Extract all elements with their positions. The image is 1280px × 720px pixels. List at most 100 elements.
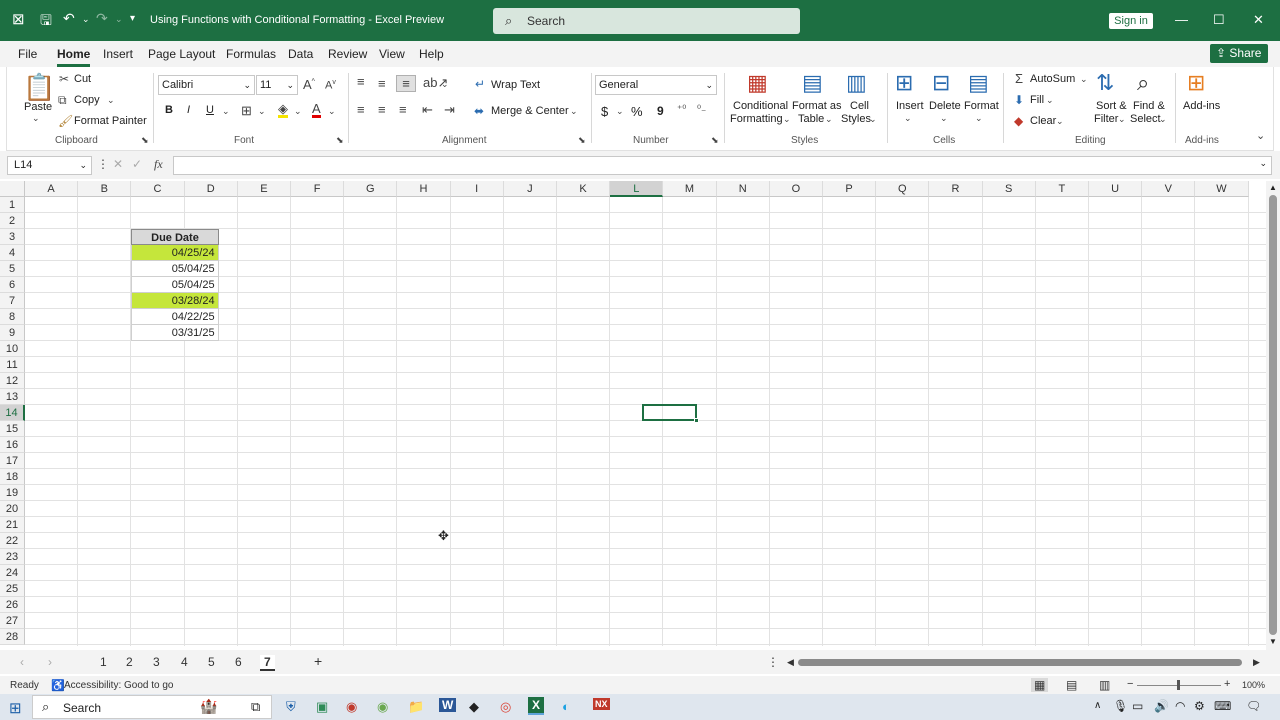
column-header-o[interactable]: O [769, 181, 823, 197]
row-header-21[interactable]: 21 [0, 517, 25, 533]
tab-data[interactable]: Data [288, 47, 313, 61]
row-header-13[interactable]: 13 [0, 389, 25, 405]
row-header-18[interactable]: 18 [0, 469, 25, 485]
more-options-icon[interactable]: ⋮ [97, 157, 109, 171]
font-size-select[interactable]: 11 ⌄ [256, 75, 298, 95]
format-as-table-line1[interactable]: Format as [792, 100, 842, 112]
clear-button[interactable]: Clear [1030, 115, 1056, 127]
redo-dropdown-icon[interactable]: ⌄ [115, 14, 123, 25]
column-header-q[interactable]: Q [876, 181, 930, 197]
row-header-10[interactable]: 10 [0, 341, 25, 357]
tab-view[interactable]: View [379, 47, 405, 61]
font-color-dropdown-icon[interactable]: ⌄ [328, 106, 336, 117]
delete-dropdown-icon[interactable]: ⌄ [940, 113, 948, 124]
align-center-icon[interactable]: ≡ [378, 102, 386, 117]
row-header-17[interactable]: 17 [0, 453, 25, 469]
row-header-16[interactable]: 16 [0, 437, 25, 453]
share-button[interactable]: ⇪ Share ⌄ [1210, 44, 1268, 78]
add-sheet-icon[interactable]: + [314, 653, 322, 669]
zoom-in-icon[interactable]: + [1224, 678, 1230, 690]
currency-button[interactable]: $ [601, 104, 608, 119]
copy-button[interactable]: Copy [74, 94, 100, 106]
increase-indent-icon[interactable]: ⇥ [444, 102, 455, 118]
column-header-l[interactable]: L [610, 181, 664, 197]
app-nx-icon[interactable]: NX [593, 698, 610, 710]
column-header-r[interactable]: R [929, 181, 983, 197]
font-color-icon[interactable]: A [312, 102, 321, 118]
column-header-j[interactable]: J [503, 181, 557, 197]
find-select-line1[interactable]: Find & [1133, 100, 1165, 112]
worksheet-grid[interactable]: ABCDEFGHIJKLMNOPQRSTUVW 1 2 3 4 5 6 7 8 9 10 11 12 1… [0, 181, 1266, 646]
font-name-select[interactable]: Calibri ⌄ [158, 75, 255, 95]
clipboard-launcher-icon[interactable]: ⬊ [141, 135, 149, 146]
security-icon[interactable]: ⛨ [286, 699, 296, 715]
store-icon[interactable]: ▣ [316, 699, 328, 715]
sort-dropdown-icon[interactable]: ⌄ [1118, 114, 1126, 125]
insert-dropdown-icon[interactable]: ⌄ [904, 113, 912, 124]
row-header-19[interactable]: 19 [0, 485, 25, 501]
column-header-h[interactable]: H [397, 181, 451, 197]
settings-icon[interactable]: ⚙ [1194, 699, 1205, 713]
zoom-out-icon[interactable]: − [1127, 678, 1133, 690]
row-header-5[interactable]: 5 [0, 261, 25, 277]
app-red-icon[interactable]: ◉ [346, 699, 357, 715]
borders-dropdown-icon[interactable]: ⌄ [258, 106, 266, 117]
align-right-icon[interactable]: ≡ [399, 102, 407, 117]
sort-filter-line1[interactable]: Sort & [1096, 100, 1127, 112]
italic-button[interactable]: I [187, 104, 190, 116]
row-header-11[interactable]: 11 [0, 357, 25, 373]
increase-font-icon[interactable]: A^ [303, 77, 315, 92]
sheet-tab-4[interactable]: 4 [181, 655, 188, 669]
find-dropdown-icon[interactable]: ⌄ [1159, 114, 1167, 125]
row-header-1[interactable]: 1 [0, 197, 25, 213]
underline-button[interactable]: U [206, 104, 214, 116]
row-header-20[interactable]: 20 [0, 501, 25, 517]
row-header-2[interactable]: 2 [0, 213, 25, 229]
font-launcher-icon[interactable]: ⬊ [336, 135, 344, 146]
insert-function-icon[interactable]: fx [154, 157, 163, 172]
currency-dropdown-icon[interactable]: ⌄ [616, 106, 624, 117]
autosum-dropdown-icon[interactable]: ⌄ [1080, 74, 1088, 85]
task-view-icon[interactable]: ⧉ [251, 699, 260, 715]
zoom-slider-thumb[interactable] [1177, 680, 1180, 690]
row-header-26[interactable]: 26 [0, 597, 25, 613]
format-dropdown-icon[interactable]: ⌄ [975, 113, 983, 124]
column-header-g[interactable]: G [344, 181, 398, 197]
tab-home[interactable]: Home [57, 47, 91, 67]
row-header-7[interactable]: 7 [0, 293, 25, 309]
cell-styles-line1[interactable]: Cell [850, 100, 869, 112]
row-header-28[interactable]: 28 [0, 629, 25, 645]
number-format-select[interactable]: General ⌄ [595, 75, 717, 95]
copy-dropdown-icon[interactable]: ⌄ [107, 95, 115, 106]
tab-formulas[interactable]: Formulas [226, 47, 276, 61]
row-header-14[interactable]: 14 [0, 405, 25, 421]
top-align-icon[interactable]: ≡ [357, 74, 365, 89]
autosum-button[interactable]: AutoSum [1030, 73, 1075, 85]
align-left-icon[interactable]: ≡ [357, 102, 365, 117]
column-header-w[interactable]: W [1195, 181, 1249, 197]
scroll-left-icon[interactable]: ◀ [787, 657, 794, 668]
conditional-formatting-line2[interactable]: Formatting [730, 113, 783, 125]
tab-insert[interactable]: Insert [103, 47, 133, 61]
app-green-icon[interactable]: ◉ [377, 699, 388, 715]
tab-help[interactable]: Help [419, 47, 444, 61]
conditional-formatting-line1[interactable]: Conditional [733, 100, 788, 112]
merge-dropdown-icon[interactable]: ⌄ [570, 106, 578, 117]
merge-center-button[interactable]: Merge & Center [491, 105, 569, 117]
accessibility-status[interactable]: Accessibility: Good to go [64, 680, 174, 691]
cell-styles-line2[interactable]: Styles [841, 113, 871, 125]
sheet-tab-6[interactable]: 6 [235, 655, 242, 669]
scroll-up-icon[interactable]: ▲ [1269, 183, 1277, 192]
next-sheet-icon[interactable]: › [48, 655, 52, 669]
due-date-cell[interactable]: 04/22/25 [131, 309, 219, 325]
column-header-e[interactable]: E [237, 181, 291, 197]
decrease-indent-icon[interactable]: ⇤ [422, 102, 433, 118]
customize-qat-icon[interactable]: ▾ [130, 13, 135, 24]
due-date-cell[interactable]: 04/25/24 [131, 245, 219, 261]
cond-format-dropdown-icon[interactable]: ⌄ [783, 114, 791, 125]
increase-decimal-icon[interactable]: ⁺⁰ [677, 104, 686, 115]
row-header-23[interactable]: 23 [0, 549, 25, 565]
app-dark-icon[interactable]: ◆ [469, 699, 479, 715]
scroll-right-icon[interactable]: ▶ [1253, 657, 1260, 668]
decrease-decimal-icon[interactable]: ⁰₋ [697, 104, 706, 115]
